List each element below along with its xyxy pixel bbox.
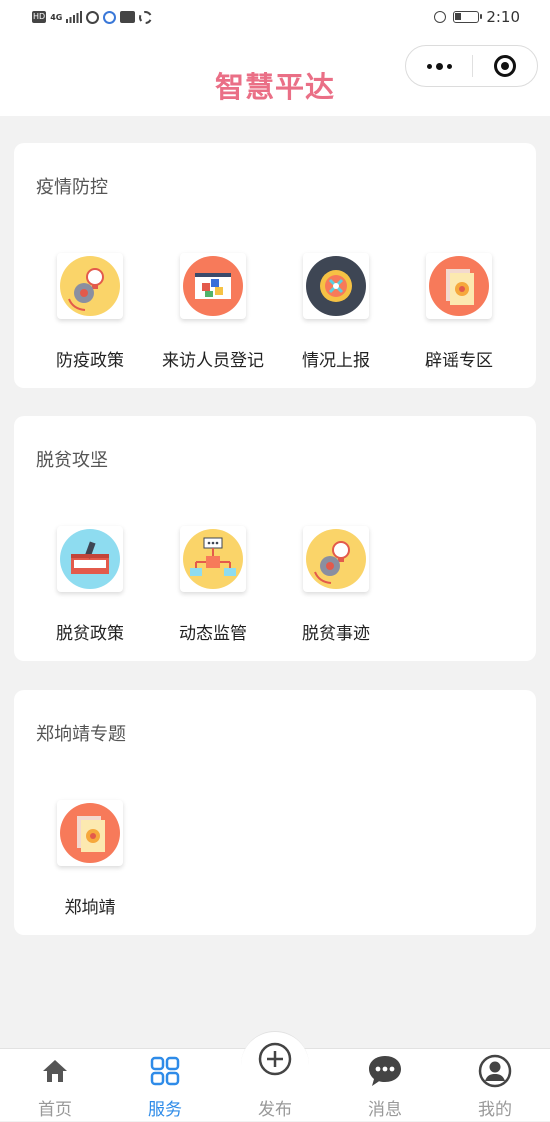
service-item-poverty-stories[interactable]: 脱贫事迹 bbox=[274, 526, 398, 644]
more-dot-icon bbox=[435, 62, 443, 70]
service-item-label: 情况上报 bbox=[302, 351, 370, 371]
app-icon-3 bbox=[120, 11, 136, 23]
battery-icon bbox=[453, 11, 483, 23]
status-bar-left: HD 4G bbox=[32, 10, 153, 24]
compass-arrows-icon bbox=[303, 253, 369, 319]
service-item-label: 防疫政策 bbox=[56, 351, 124, 371]
tab-service[interactable]: 服务 bbox=[110, 1049, 220, 1122]
miniprogram-capsule bbox=[405, 45, 538, 87]
toolbox-icon bbox=[57, 526, 123, 592]
section-card-epidemic: 疫情防控 防疫政策 来访人员登记 情况上报 辟谣专区 bbox=[14, 143, 536, 388]
service-item-epidemic-policy[interactable]: 防疫政策 bbox=[28, 253, 152, 371]
section-card-topic: 郑垧靖专题 郑垧靖 bbox=[14, 690, 536, 935]
service-item-poverty-policy[interactable]: 脱贫政策 bbox=[28, 526, 152, 644]
chat-bubble-icon bbox=[330, 1053, 440, 1089]
service-item-situation-report[interactable]: 情况上报 bbox=[274, 253, 398, 371]
service-item-rumor-zone[interactable]: 辟谣专区 bbox=[397, 253, 521, 371]
document-gear-icon bbox=[57, 800, 123, 866]
cubes-board-icon bbox=[180, 253, 246, 319]
status-time: 2:10 bbox=[486, 8, 520, 26]
lightbulb-gear-icon bbox=[57, 253, 123, 319]
signal-icon bbox=[66, 11, 83, 23]
service-item-label: 辟谣专区 bbox=[425, 351, 493, 371]
section-card-poverty: 脱贫攻坚 脱贫政策 动态监管 脱贫事迹 bbox=[14, 416, 536, 661]
service-item-topic[interactable]: 郑垧靖 bbox=[28, 800, 152, 918]
tab-label: 消息 bbox=[368, 1100, 402, 1120]
tab-label: 首页 bbox=[38, 1100, 72, 1120]
alarm-icon bbox=[434, 11, 447, 23]
service-item-visitor-registration[interactable]: 来访人员登记 bbox=[151, 253, 275, 371]
close-miniprogram-button[interactable] bbox=[473, 46, 537, 86]
more-button[interactable] bbox=[406, 46, 472, 86]
service-item-label: 动态监管 bbox=[179, 624, 247, 644]
tab-bar: 首页 服务 发布 消息 我的 bbox=[0, 1031, 550, 1122]
service-item-label: 脱贫事迹 bbox=[302, 624, 370, 644]
network-chart-icon bbox=[180, 526, 246, 592]
hd-badge: HD bbox=[32, 11, 47, 23]
section-title: 郑垧靖专题 bbox=[36, 724, 126, 745]
tab-publish[interactable]: 发布 bbox=[220, 1042, 330, 1122]
section-title: 脱贫攻坚 bbox=[36, 450, 108, 471]
app-icon-1 bbox=[86, 10, 100, 24]
service-item-label: 来访人员登记 bbox=[162, 351, 264, 371]
status-bar: HD 4G 2:10 bbox=[0, 0, 550, 34]
user-icon bbox=[440, 1053, 550, 1089]
tab-messages[interactable]: 消息 bbox=[330, 1049, 440, 1122]
service-item-label: 脱贫政策 bbox=[56, 624, 124, 644]
target-icon bbox=[494, 55, 516, 77]
network-label: 4G bbox=[50, 12, 63, 22]
service-item-dynamic-monitoring[interactable]: 动态监管 bbox=[151, 526, 275, 644]
tab-label: 发布 bbox=[258, 1100, 292, 1120]
section-title: 疫情防控 bbox=[36, 177, 108, 198]
tab-label: 我的 bbox=[478, 1100, 512, 1120]
service-item-label: 郑垧靖 bbox=[64, 898, 116, 918]
status-bar-right: 2:10 bbox=[434, 8, 520, 26]
plus-circle-icon bbox=[220, 1041, 330, 1077]
app-icon-4 bbox=[139, 10, 153, 24]
tab-mine[interactable]: 我的 bbox=[440, 1049, 550, 1122]
grid-icon bbox=[110, 1053, 220, 1089]
app-header: 智慧平达 bbox=[0, 34, 550, 116]
more-dot-icon bbox=[446, 63, 452, 69]
home-icon bbox=[0, 1053, 110, 1089]
more-dot-icon bbox=[426, 63, 432, 69]
tab-label: 服务 bbox=[148, 1100, 182, 1120]
lightbulb-gear-icon bbox=[303, 526, 369, 592]
app-icon-2 bbox=[103, 10, 117, 24]
tab-home[interactable]: 首页 bbox=[0, 1049, 110, 1122]
document-gear-icon bbox=[426, 253, 492, 319]
